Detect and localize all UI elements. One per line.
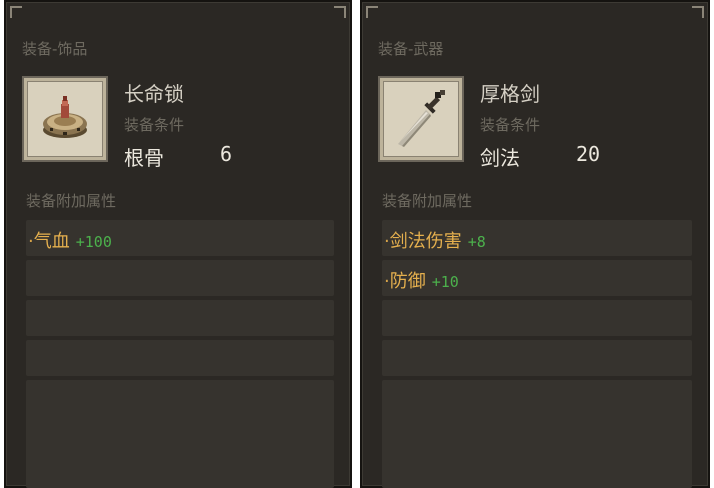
attribute-slot: ·剑法伤害 +8 (382, 220, 692, 256)
attribute-name: 剑法伤害 (389, 231, 462, 252)
equipment-panel-accessory: 装备-饰品 长命锁 装备条件 根骨 6 装备附加属性 ·气血 +100 (4, 0, 352, 488)
bonus-attributes-header: 装备附加属性 (382, 192, 473, 210)
attribute-slot-empty (26, 340, 334, 376)
attribute-bonus: +100 (75, 233, 112, 251)
item-icon-slot[interactable] (378, 76, 464, 162)
item-icon-slot[interactable] (22, 76, 108, 162)
attribute-bonus: +8 (467, 233, 486, 251)
description-area (382, 380, 692, 488)
attribute-slot-empty (26, 260, 334, 296)
attribute-slot-empty (26, 300, 334, 336)
attribute-slot-empty (382, 340, 692, 376)
longevity-lock-icon (43, 96, 87, 138)
attribute-slot: ·防御 +10 (382, 260, 692, 296)
item-name: 厚格剑 (480, 82, 540, 106)
attribute-slot: ·气血 +100 (26, 220, 334, 256)
attribute-name: 防御 (389, 271, 426, 292)
description-area (26, 380, 334, 488)
requirement-label: 装备条件 (124, 116, 185, 134)
bonus-attributes-header: 装备附加属性 (26, 192, 117, 210)
attribute-bonus: +10 (431, 273, 459, 291)
attribute-entry: ·气血 +100 (28, 227, 112, 253)
corner-decoration (692, 6, 704, 18)
attribute-entry: ·防御 +10 (384, 267, 459, 293)
attribute-name: 气血 (33, 231, 70, 252)
corner-decoration (366, 6, 378, 18)
sword-icon (398, 90, 445, 147)
requirement-stat: 根骨 (124, 146, 164, 170)
requirement-value: 20 (576, 142, 601, 166)
attribute-entry: ·剑法伤害 +8 (384, 227, 486, 253)
requirement-label: 装备条件 (480, 116, 541, 134)
attribute-slot-empty (382, 300, 692, 336)
equipment-panel-weapon: 装备-武器 厚格剑 装备条件 剑法 20 装备附加属性 ·剑法伤害 +8 ·防御 +… (360, 0, 710, 488)
equipment-category: 装备-饰品 (22, 40, 88, 58)
item-name: 长命锁 (124, 82, 184, 106)
corner-decoration (10, 6, 22, 18)
requirement-stat: 剑法 (480, 146, 520, 170)
requirement-value: 6 (220, 142, 233, 166)
equipment-category: 装备-武器 (378, 40, 444, 58)
corner-decoration (334, 6, 346, 18)
